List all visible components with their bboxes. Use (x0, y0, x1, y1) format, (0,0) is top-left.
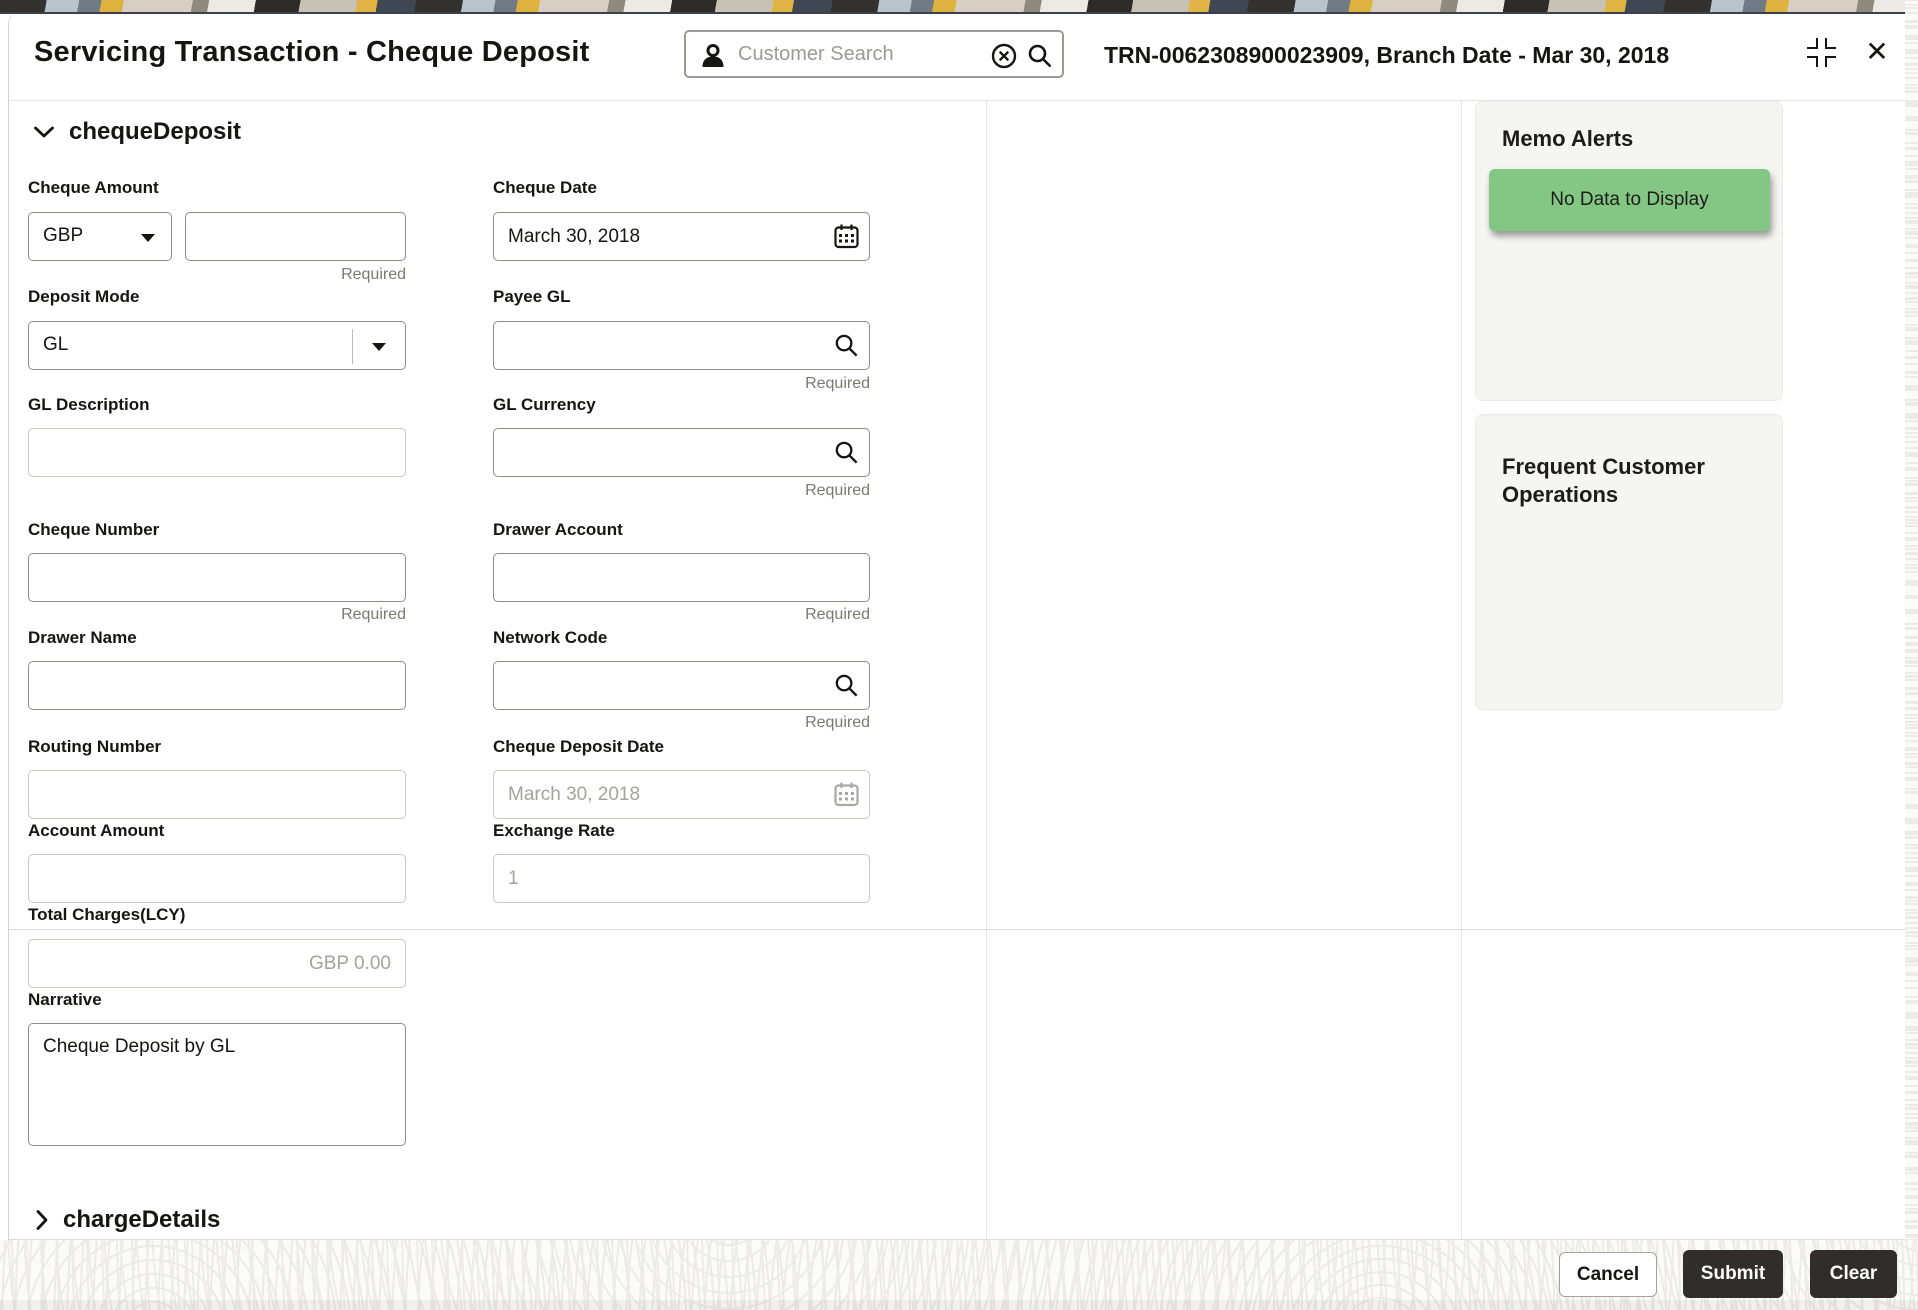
required-hint: Required (341, 606, 406, 623)
drawer-name-label: Drawer Name (28, 628, 137, 647)
clear-button[interactable]: Clear (1810, 1250, 1897, 1298)
required-hint: Required (341, 266, 406, 283)
background-right-band (1905, 0, 1918, 1310)
payee-gl-label: Payee GL (493, 287, 571, 306)
cheque-deposit-dialog: Servicing Transaction - Cheque Deposit C… (8, 14, 1906, 1240)
frequent-customer-operations-title: Frequent Customer Operations (1502, 454, 1705, 507)
gl-description-input[interactable] (28, 428, 406, 477)
cancel-button[interactable]: Cancel (1559, 1252, 1657, 1297)
memo-alerts-card: Memo Alerts No Data to Display (1475, 101, 1783, 401)
window-restore-icon[interactable] (1807, 38, 1837, 68)
bottom-edge-strip (0, 1300, 1918, 1310)
caret-down-icon (372, 343, 386, 351)
currency-value: GBP (43, 225, 84, 246)
account-amount-label: Account Amount (28, 821, 165, 840)
section-title: chargeDetails (63, 1206, 221, 1233)
section-title: chequeDeposit (69, 118, 242, 145)
cheque-number-input[interactable] (28, 553, 406, 602)
gl-currency-label: GL Currency (493, 395, 596, 414)
drawer-name-input[interactable] (28, 661, 406, 710)
network-code-field (493, 661, 870, 710)
panel-divider-2 (1461, 100, 1462, 1240)
total-charges-label: Total Charges(LCY) (28, 905, 186, 924)
network-code-input[interactable] (493, 661, 870, 710)
total-charges-input (28, 939, 406, 988)
search-icon[interactable] (833, 332, 860, 359)
gl-currency-field (493, 428, 870, 477)
routing-number-input[interactable] (28, 770, 406, 819)
search-icon[interactable] (1026, 42, 1054, 70)
required-hint: Required (805, 714, 870, 731)
gl-description-label: GL Description (28, 395, 150, 414)
transaction-reference: TRN-0062308900023909, Branch Date - Mar … (1104, 42, 1670, 68)
cheque-amount-input[interactable] (185, 212, 406, 261)
submit-button[interactable]: Submit (1683, 1250, 1783, 1298)
panel-divider-1 (986, 100, 987, 1240)
exchange-rate-label: Exchange Rate (493, 821, 615, 840)
cheque-amount-currency-select[interactable]: GBP (28, 212, 172, 261)
customer-search-box[interactable] (684, 30, 1064, 78)
memo-alerts-title: Memo Alerts (1502, 126, 1634, 151)
calendar-icon (833, 781, 860, 808)
payee-gl-field (493, 321, 870, 370)
caret-down-icon (141, 234, 155, 242)
section-charge-details-toggle[interactable]: chargeDetails (35, 1206, 220, 1234)
panel-divider-horizontal (9, 929, 1906, 930)
frequent-customer-operations-card: Frequent Customer Operations (1475, 414, 1783, 710)
gl-currency-input[interactable] (493, 428, 870, 477)
drawer-account-label: Drawer Account (493, 520, 623, 539)
search-icon[interactable] (833, 672, 860, 699)
drawer-account-input[interactable] (493, 553, 870, 602)
payee-gl-input[interactable] (493, 321, 870, 370)
close-icon[interactable]: ✕ (1857, 32, 1897, 72)
page-title: Servicing Transaction - Cheque Deposit (34, 36, 590, 68)
account-amount-input[interactable] (28, 854, 406, 903)
section-cheque-deposit-toggle[interactable]: chequeDeposit (33, 118, 241, 146)
combo-separator (352, 329, 353, 364)
cheque-deposit-date-label: Cheque Deposit Date (493, 737, 664, 756)
narrative-field: Cheque Deposit by GL (28, 1023, 406, 1146)
decorative-banner (0, 0, 1918, 14)
deposit-mode-value: GL (43, 334, 69, 355)
page: Servicing Transaction - Cheque Deposit C… (0, 0, 1918, 1310)
required-hint: Required (805, 606, 870, 623)
chevron-right-icon (35, 1209, 49, 1231)
narrative-label: Narrative (28, 990, 102, 1009)
deposit-mode-label: Deposit Mode (28, 287, 140, 306)
customer-search-input[interactable] (738, 32, 968, 76)
cheque-date-field (493, 212, 870, 261)
cheque-number-label: Cheque Number (28, 520, 160, 539)
network-code-label: Network Code (493, 628, 608, 647)
cheque-amount-label: Cheque Amount (28, 178, 159, 197)
narrative-textarea[interactable]: Cheque Deposit by GL (28, 1023, 406, 1146)
cheque-date-input[interactable] (493, 212, 870, 261)
memo-alerts-empty-banner: No Data to Display (1489, 169, 1770, 231)
cheque-deposit-date-field (493, 770, 870, 819)
dialog-header: Servicing Transaction - Cheque Deposit C… (9, 14, 1905, 100)
clear-search-icon[interactable] (990, 42, 1018, 70)
cheque-date-label: Cheque Date (493, 178, 597, 197)
chevron-down-icon (33, 125, 55, 139)
exchange-rate-input (493, 854, 870, 903)
cheque-deposit-date-input (493, 770, 870, 819)
calendar-icon[interactable] (833, 223, 860, 250)
required-hint: Required (805, 375, 870, 392)
deposit-mode-combobox[interactable]: GL (28, 321, 406, 370)
customer-icon (698, 41, 728, 71)
routing-number-label: Routing Number (28, 737, 162, 756)
search-icon[interactable] (833, 439, 860, 466)
required-hint: Required (805, 482, 870, 499)
